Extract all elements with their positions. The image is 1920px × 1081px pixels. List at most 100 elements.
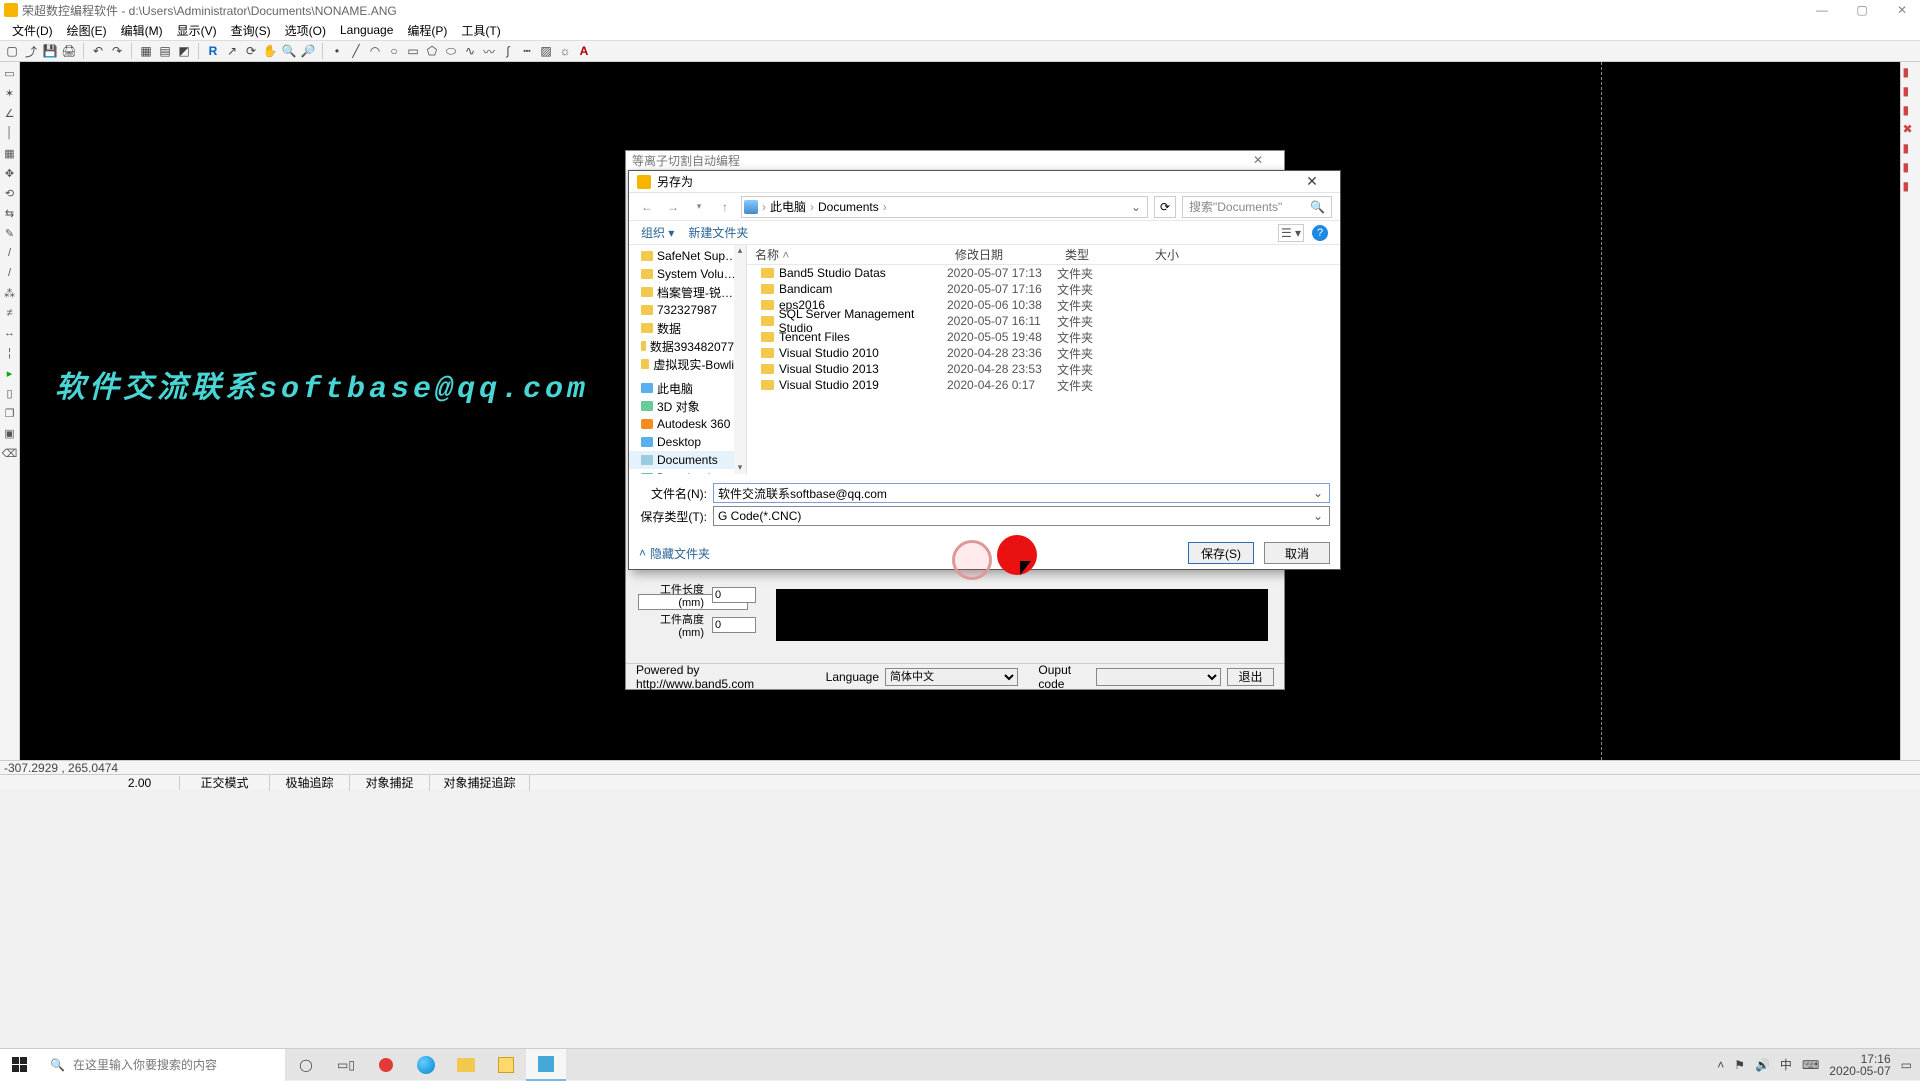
tree-autodesk[interactable]: Autodesk 360 [629,415,746,433]
lt-draw-icon[interactable]: ✎ [2,225,18,241]
tb-redo-icon[interactable]: ↷ [109,43,125,59]
rt-ico1-icon[interactable]: ▮ [1903,65,1919,81]
lt-clip-icon[interactable]: ▣ [2,425,18,441]
view-button[interactable]: ☰ ▾ [1278,224,1304,242]
lt-move-icon[interactable]: ✥ [2,165,18,181]
tree-downloads[interactable]: Downloads [629,469,746,474]
taskbar-search[interactable]: 🔍 在这里输入你要搜索的内容 [40,1049,286,1081]
tb-ellip-icon[interactable]: ⬭ [443,43,459,59]
tree-item[interactable]: SafeNet Sup… [629,247,746,265]
filetype-field-wrap[interactable]: G Code(*.CNC) ⌄ [713,506,1330,526]
tb-rotate-icon[interactable]: ⟳ [243,43,259,59]
rt-ico5-icon[interactable]: ▮ [1903,141,1919,157]
taskview-icon[interactable]: ◯ [286,1049,326,1081]
col-size[interactable]: 大小 [1147,246,1217,263]
nav-fwd-icon[interactable]: → [663,197,683,217]
rt-ico3-icon[interactable]: ▮ [1903,103,1919,119]
lt-select-icon[interactable]: ▭ [2,65,18,81]
filename-input[interactable] [718,485,1311,501]
tray-kb-icon[interactable]: ⌨ [1802,1058,1819,1072]
bc-drop-icon[interactable]: ⌄ [1127,200,1145,214]
lt-angle-icon[interactable]: ∠ [2,105,18,121]
filename-field-wrap[interactable]: ⌄ [713,483,1330,503]
tb-snap-icon[interactable]: ◩ [176,43,192,59]
tb-hand-icon[interactable]: ✋ [262,43,278,59]
start-button[interactable] [0,1049,40,1081]
hide-folders-toggle[interactable]: ˄隐藏文件夹 [639,545,710,562]
tb-print-icon[interactable]: 🖨 [61,43,77,59]
lt-copy-icon[interactable]: ❐ [2,405,18,421]
tb-undo-icon[interactable]: ↶ [90,43,106,59]
tb-circle-icon[interactable]: ○ [386,43,402,59]
folder-open-icon[interactable] [486,1049,526,1081]
status-osnap[interactable]: 对象捕捉 [350,774,430,791]
tb-grid-icon[interactable]: ▦ [138,43,154,59]
lt-doc-icon[interactable]: ▯ [2,385,18,401]
lt-proc-icon[interactable]: ⁂ [2,285,18,301]
scroll-down-icon[interactable]: ▾ [734,462,746,474]
menu-edit[interactable]: 编辑(M) [115,21,169,40]
hgt-input[interactable] [712,617,756,633]
breadcrumb[interactable]: › 此电脑 › Documents › ⌄ [741,196,1148,218]
len-input[interactable] [712,587,756,603]
lt-line2-icon[interactable]: / [2,245,18,261]
rt-ico7-icon[interactable]: ▮ [1903,179,1919,195]
maximize-button[interactable]: ▢ [1848,3,1876,17]
file-row[interactable]: Bandicam2020-05-07 17:16文件夹 [747,281,1340,297]
tree-item[interactable]: 数据 [629,319,746,337]
tb-save-icon[interactable]: 💾 [42,43,58,59]
help-icon[interactable]: ? [1312,225,1328,241]
lt-play-icon[interactable]: ▸ [2,365,18,381]
tb-gear-icon[interactable]: ☼ [557,43,573,59]
col-name[interactable]: 名称 ˄ [747,246,947,263]
plasma-titlebar[interactable]: 等离子切割自动编程 ✕ [626,151,1284,169]
filetype-drop-icon[interactable]: ⌄ [1311,509,1325,523]
tray-clock[interactable]: 17:16 2020-05-07 [1829,1053,1890,1077]
tb-poly-icon[interactable]: ⬠ [424,43,440,59]
file-row[interactable]: Band5 Studio Datas2020-05-07 17:13文件夹 [747,265,1340,281]
tree-3d[interactable]: 3D 对象 [629,397,746,415]
col-date[interactable]: 修改日期 [947,246,1057,263]
tb-zoomout-icon[interactable]: 🔎 [300,43,316,59]
tb-fill-icon[interactable]: ▨ [538,43,554,59]
tb-wave-icon[interactable]: ∿ [462,43,478,59]
file-row[interactable]: Visual Studio 20102020-04-28 23:36文件夹 [747,345,1340,361]
tb-arrow-icon[interactable]: ↗ [224,43,240,59]
bc-pc[interactable]: 此电脑 [770,198,806,215]
lt-rot-icon[interactable]: ⟲ [2,185,18,201]
refresh-icon[interactable]: ⟳ [1154,196,1176,218]
app-taskbar-icon[interactable] [526,1049,566,1081]
tb-spline-icon[interactable]: 〰 [481,43,497,59]
status-mode[interactable]: 正交模式 [180,774,270,791]
explorer-icon[interactable] [446,1049,486,1081]
tb-rect-icon[interactable]: ▭ [405,43,421,59]
newfolder-button[interactable]: 新建文件夹 [688,224,748,241]
search-input[interactable]: 搜索"Documents" 🔍 [1182,196,1332,218]
col-type[interactable]: 类型 [1057,246,1147,263]
tb-arc-icon[interactable]: ◠ [367,43,383,59]
menu-tools[interactable]: 工具(T) [455,21,506,40]
menu-draw[interactable]: 绘图(E) [61,21,113,40]
tb-line-icon[interactable]: ╱ [348,43,364,59]
file-row[interactable]: Tencent Files2020-05-05 19:48文件夹 [747,329,1340,345]
save-button[interactable]: 保存(S) [1188,542,1254,564]
tb-dot-icon[interactable]: • [329,43,345,59]
scroll-up-icon[interactable]: ▴ [734,245,746,257]
tree-item[interactable]: 虚拟现实-Bowli… [629,355,746,373]
menu-options[interactable]: 选项(O) [279,21,332,40]
lt-mirror-icon[interactable]: ⇆ [2,205,18,221]
menu-view[interactable]: 显示(V) [171,21,223,40]
tree-desktop[interactable]: Desktop [629,433,746,451]
file-row[interactable]: SQL Server Management Studio2020-05-07 1… [747,313,1340,329]
nav-recent-icon[interactable]: ▾ [689,197,709,217]
lang-select[interactable]: 简体中文 [885,668,1018,686]
tray-vol-icon[interactable]: 🔊 [1755,1058,1770,1072]
lt-dim-icon[interactable]: ↔ [2,325,18,341]
menu-query[interactable]: 查询(S) [225,21,277,40]
lt-line3-icon[interactable]: / [2,265,18,281]
tray-flag-icon[interactable]: ⚑ [1734,1058,1745,1072]
tree-pc[interactable]: 此电脑 [629,379,746,397]
rt-ico4-icon[interactable]: ✖ [1903,122,1919,138]
exit-button[interactable]: 退出 [1227,668,1274,686]
tb-open-icon[interactable]: ⤴ [23,43,39,59]
